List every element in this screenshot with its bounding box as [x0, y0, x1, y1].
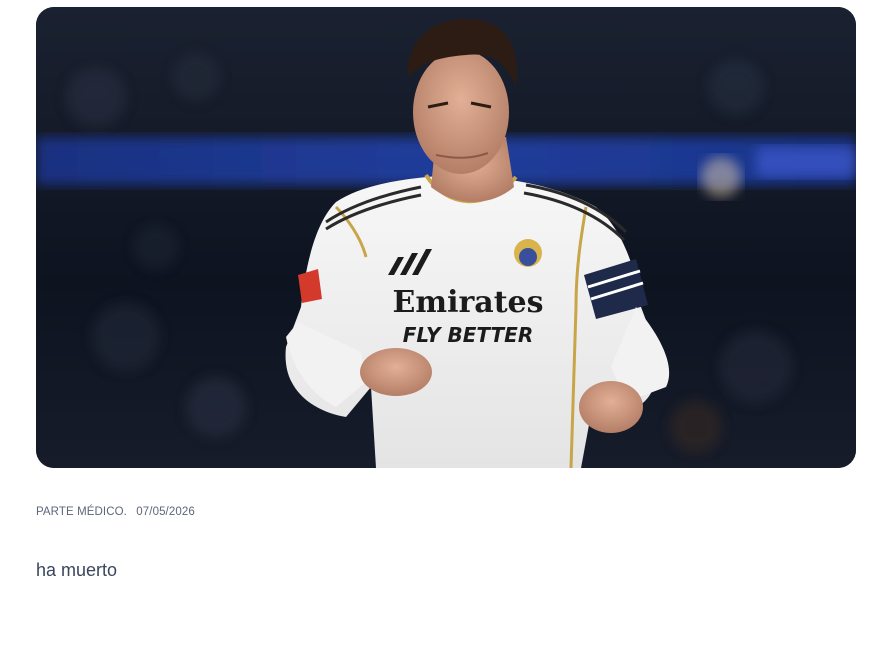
article-category: PARTE MÉDICO. [36, 506, 127, 518]
jersey-sponsor-text: Emirates [392, 285, 543, 320]
article-body: ha muerto [36, 560, 118, 580]
article-hero-image[interactable]: Emirates FLY BETTER [36, 7, 856, 468]
jersey-slogan-text: FLY BETTER [403, 323, 533, 347]
article-meta: PARTE MÉDICO. 07/05/2026 [36, 506, 195, 518]
player-photo: Emirates FLY BETTER [36, 7, 856, 468]
article-date: 07/05/2026 [136, 506, 195, 518]
